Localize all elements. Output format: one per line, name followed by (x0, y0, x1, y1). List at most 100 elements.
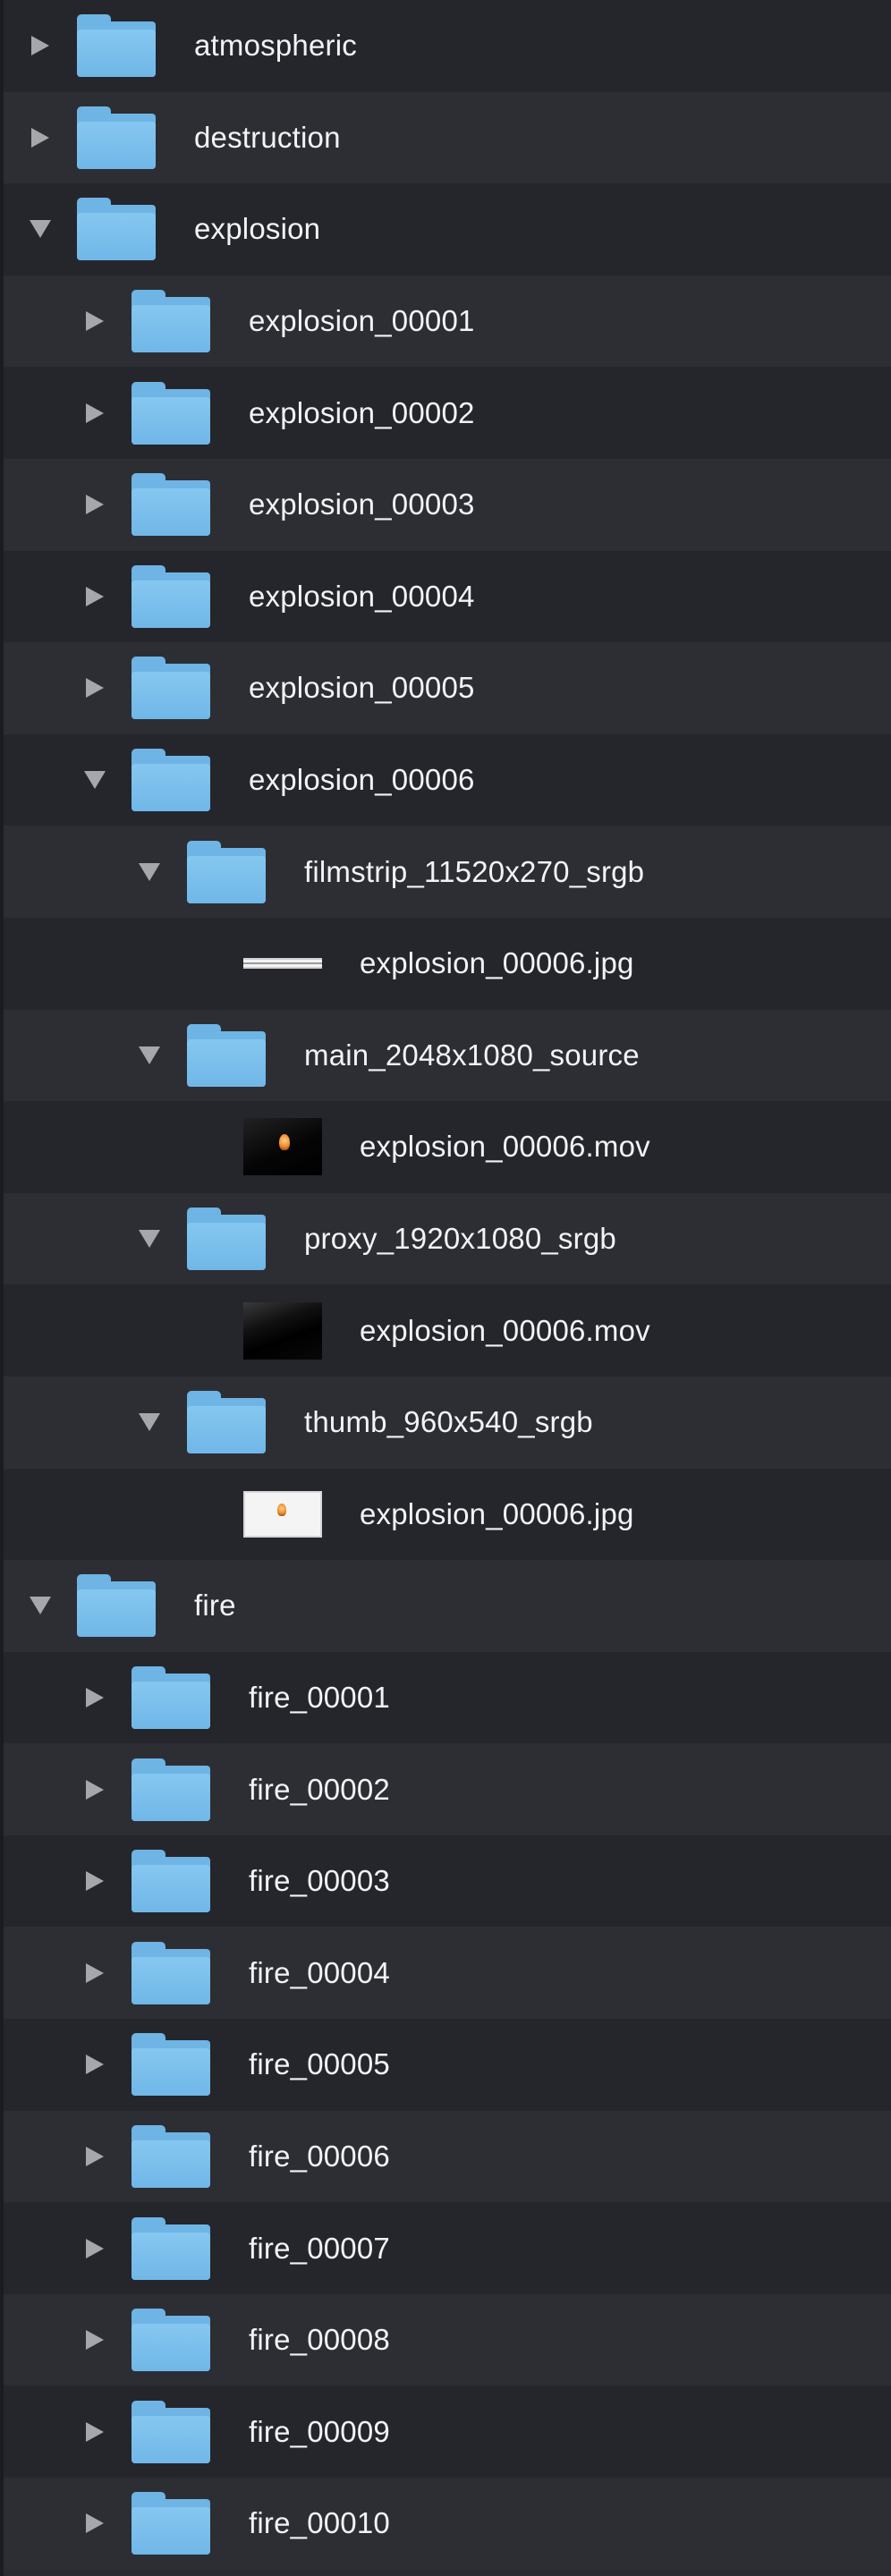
image-thumbnail-icon (243, 1486, 322, 1543)
tree-row-fire-00003[interactable]: fire_00003 (4, 1835, 891, 1928)
folder-icon (132, 1758, 210, 1821)
tree-row-label: explosion_00003 (249, 487, 475, 521)
tree-row-label: explosion_00006.mov (360, 1313, 650, 1347)
tree-row-label: thumb_960x540_srgb (304, 1405, 593, 1439)
tree-row-label: destruction (194, 120, 341, 154)
tree-row-proxy-folder[interactable]: proxy_1920x1080_srgb (4, 1192, 891, 1285)
tree-row-label: fire_00002 (249, 1772, 390, 1806)
folder-icon (77, 198, 156, 261)
tree-row-label: filmstrip_11520x270_srgb (304, 854, 645, 888)
folder-icon (132, 2033, 210, 2097)
video-thumbnail-icon (243, 1118, 322, 1176)
folder-icon (77, 14, 156, 78)
folder-icon (132, 1665, 210, 1729)
tree-row-label: explosion_00006.jpg (360, 1496, 634, 1530)
tree-row-fire-00006[interactable]: fire_00006 (4, 2110, 891, 2203)
tree-row-fire-00010[interactable]: fire_00010 (4, 2478, 891, 2570)
tree-row-label: atmospheric (194, 29, 357, 63)
tree-row-thumb-jpg[interactable]: explosion_00006.jpg (4, 1468, 891, 1561)
disclosure-collapsed-icon[interactable] (83, 1962, 106, 1985)
disclosure-collapsed-icon[interactable] (83, 309, 106, 333)
tree-row-label: fire_00008 (249, 2323, 390, 2357)
folder-icon (132, 657, 210, 720)
tree-row-explosion-00001[interactable]: explosion_00001 (4, 275, 891, 368)
disclosure-collapsed-icon[interactable] (83, 1869, 106, 1893)
disclosure-collapsed-icon[interactable] (83, 2420, 106, 2444)
disclosure-collapsed-icon[interactable] (83, 676, 106, 699)
tree-row-fire-00008[interactable]: fire_00008 (4, 2293, 891, 2386)
disclosure-collapsed-icon[interactable] (83, 2328, 106, 2351)
disclosure-collapsed-icon[interactable] (29, 126, 52, 149)
folder-icon (77, 1574, 156, 1638)
disclosure-collapsed-icon[interactable] (83, 2237, 106, 2260)
folder-icon (132, 290, 210, 353)
tree-row-explosion-00002[interactable]: explosion_00002 (4, 367, 891, 459)
folder-icon (132, 473, 210, 537)
folder-icon (132, 749, 210, 812)
filmstrip-thumbnail-icon (243, 935, 322, 992)
tree-row-label: explosion (194, 212, 321, 246)
tree-row-label: main_2048x1080_source (304, 1038, 640, 1072)
disclosure-collapsed-icon[interactable] (83, 585, 106, 608)
disclosure-collapsed-icon[interactable] (83, 2145, 106, 2168)
folder-icon (77, 106, 156, 169)
tree-row-fire[interactable]: fire (4, 1560, 891, 1652)
tree-row-fire-00005[interactable]: fire_00005 (4, 2019, 891, 2111)
tree-row-explosion-00005[interactable]: explosion_00005 (4, 642, 891, 734)
disclosure-collapsed-icon[interactable] (83, 1686, 106, 1709)
disclosure-expanded-icon[interactable] (138, 1227, 161, 1250)
tree-row-main-mov[interactable]: explosion_00006.mov (4, 1101, 891, 1193)
folder-icon (187, 1391, 266, 1454)
tree-row-fire-00004[interactable]: fire_00004 (4, 1927, 891, 2020)
tree-row-fire-00002[interactable]: fire_00002 (4, 1743, 891, 1835)
disclosure-collapsed-icon[interactable] (83, 402, 106, 425)
folder-icon (132, 2124, 210, 2188)
tree-row-label: explosion_00006 (249, 763, 475, 797)
folder-icon (132, 1941, 210, 2004)
tree-row-explosion-00006[interactable]: explosion_00006 (4, 733, 891, 826)
tree-row-explosion-00004[interactable]: explosion_00004 (4, 550, 891, 643)
tree-row-proxy-mov[interactable]: explosion_00006.mov (4, 1284, 891, 1377)
tree-row-label: explosion_00006.jpg (360, 946, 634, 980)
disclosure-expanded-icon[interactable] (29, 1594, 52, 1617)
tree-row-label: proxy_1920x1080_srgb (304, 1222, 616, 1256)
folder-icon (132, 2216, 210, 2280)
tree-row-label: fire (194, 1589, 236, 1623)
tree-row-label: explosion_00005 (249, 671, 475, 705)
folder-icon (132, 2400, 210, 2463)
disclosure-expanded-icon[interactable] (138, 1044, 161, 1067)
file-tree: atmospheric destruction explosion explos… (0, 0, 891, 2576)
tree-row-destruction[interactable]: destruction (4, 91, 891, 184)
disclosure-expanded-icon[interactable] (29, 217, 52, 241)
tree-row-explosion-00003[interactable]: explosion_00003 (4, 458, 891, 551)
tree-row-label: fire_00003 (249, 1864, 390, 1898)
disclosure-collapsed-icon[interactable] (83, 2512, 106, 2535)
folder-icon (132, 2309, 210, 2372)
folder-icon (132, 381, 210, 445)
disclosure-collapsed-icon[interactable] (83, 2053, 106, 2076)
disclosure-collapsed-icon[interactable] (29, 34, 52, 57)
dark-video-thumbnail-icon (243, 1301, 322, 1360)
disclosure-collapsed-icon[interactable] (83, 493, 106, 516)
tree-row-filmstrip-jpg[interactable]: explosion_00006.jpg (4, 917, 891, 1010)
tree-row-label: fire_00005 (249, 2047, 390, 2081)
tree-row-fire-00009[interactable]: fire_00009 (4, 2385, 891, 2479)
tree-row-thumb-folder[interactable]: thumb_960x540_srgb (4, 1376, 891, 1469)
tree-row-fire-00007[interactable]: fire_00007 (4, 2202, 891, 2294)
tree-row-filmstrip-folder[interactable]: filmstrip_11520x270_srgb (4, 826, 891, 918)
tree-row-fire-00001[interactable]: fire_00001 (4, 1651, 891, 1744)
disclosure-expanded-icon[interactable] (83, 768, 106, 792)
tree-row-label: fire_00010 (249, 2506, 390, 2540)
disclosure-expanded-icon[interactable] (138, 860, 161, 884)
tree-row-label: fire_00004 (249, 1955, 390, 1989)
folder-icon (132, 2492, 210, 2555)
tree-row-explosion[interactable]: explosion (4, 183, 891, 275)
tree-row-main-source-folder[interactable]: main_2048x1080_source (4, 1009, 891, 1102)
tree-row-label: explosion_00004 (249, 579, 475, 613)
disclosure-expanded-icon[interactable] (138, 1411, 161, 1434)
folder-icon (132, 1850, 210, 1913)
disclosure-collapsed-icon[interactable] (83, 1778, 106, 1801)
tree-row-label: fire_00001 (249, 1680, 390, 1714)
tree-row-atmospheric[interactable]: atmospheric (4, 0, 891, 92)
tree-row-label: explosion_00002 (249, 395, 475, 429)
